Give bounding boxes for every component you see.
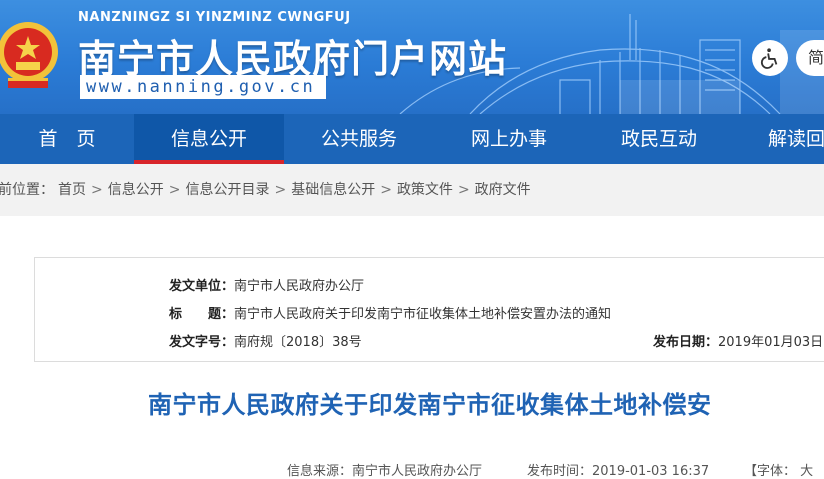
date-row: 发布日期：2019年01月03日	[653, 331, 823, 350]
breadcrumb: 前位置： 首页 > 信息公开 > 信息公开目录 > 基础信息公开 > 政策文件 > 政府文件	[0, 164, 535, 216]
issuer-row: 发文单位：南宁市人民政府办公厅	[169, 275, 364, 294]
site-header: NANZNINGZ SI YINZMINZ CWNGFUJ 南宁市人民政府门户网…	[0, 0, 824, 114]
nav-item-info-disclosure[interactable]: 信息公开	[134, 114, 284, 164]
breadcrumb-separator: >	[91, 182, 103, 198]
accessibility-button[interactable]	[752, 40, 788, 76]
main-nav: 首 页 信息公开 公共服务 网上办事 政民互动 解读回	[0, 114, 824, 164]
breadcrumb-separator: >	[457, 182, 470, 198]
title-value: 南宁市人民政府关于印发南宁市征收集体土地补偿安置办法的通知	[234, 307, 612, 322]
site-url[interactable]: www.nanning.gov.cn	[80, 75, 326, 99]
date-value: 2019年01月03日	[718, 335, 824, 350]
title-label: 标 题：	[169, 307, 235, 322]
breadcrumb-bar: 前位置： 首页 > 信息公开 > 信息公开目录 > 基础信息公开 > 政策文件 > 政府文件	[0, 164, 824, 216]
docno-value: 南府规〔2018〕38号	[234, 335, 362, 350]
docno-label: 发文字号：	[169, 335, 235, 350]
breadcrumb-item-policy[interactable]: 政策文件	[397, 182, 453, 198]
nav-item-online-affairs[interactable]: 网上办事	[434, 114, 584, 164]
breadcrumb-separator: >	[168, 182, 181, 198]
nav-item-interaction[interactable]: 政民互动	[584, 114, 734, 164]
nav-item-interpretation[interactable]: 解读回	[734, 114, 824, 164]
national-emblem-logo	[0, 22, 58, 88]
breadcrumb-item-info[interactable]: 信息公开	[108, 182, 164, 198]
issuer-value: 南宁市人民政府办公厅	[234, 279, 365, 294]
document-info-box: 发文单位：南宁市人民政府办公厅 标 题：南宁市人民政府关于印发南宁市征收集体土地…	[34, 257, 824, 362]
article-source: 信息来源：南宁市人民政府办公厅	[287, 464, 483, 479]
title-row: 标 题：南宁市人民政府关于印发南宁市征收集体土地补偿安置办法的通知	[169, 303, 611, 322]
nav-item-home[interactable]: 首 页	[0, 114, 134, 164]
date-label: 发布日期：	[653, 335, 719, 350]
article-publish-time: 发布时间：2019-01-03 16:37	[527, 464, 710, 479]
nav-item-public-service[interactable]: 公共服务	[284, 114, 434, 164]
article-title: 南宁市人民政府关于印发南宁市征收集体土地补偿安	[148, 391, 712, 419]
breadcrumb-separator: >	[274, 182, 287, 198]
breadcrumb-item-gov-docs[interactable]: 政府文件	[475, 182, 531, 198]
breadcrumb-prefix: 前位置：	[0, 182, 54, 198]
breadcrumb-item-home[interactable]: 首页	[58, 182, 86, 198]
simplified-chinese-toggle[interactable]: 简	[796, 40, 824, 76]
breadcrumb-item-basic[interactable]: 基础信息公开	[291, 182, 375, 198]
breadcrumb-separator: >	[380, 182, 392, 198]
wheelchair-icon	[760, 48, 778, 69]
breadcrumb-item-catalog[interactable]: 信息公开目录	[185, 182, 269, 198]
font-size-control[interactable]: 【字体： 大	[744, 460, 813, 479]
issuer-label: 发文单位：	[169, 279, 235, 294]
docno-row: 发文字号：南府规〔2018〕38号	[169, 331, 362, 350]
site-pinyin-name: NANZNINGZ SI YINZMINZ CWNGFUJ	[78, 10, 351, 25]
